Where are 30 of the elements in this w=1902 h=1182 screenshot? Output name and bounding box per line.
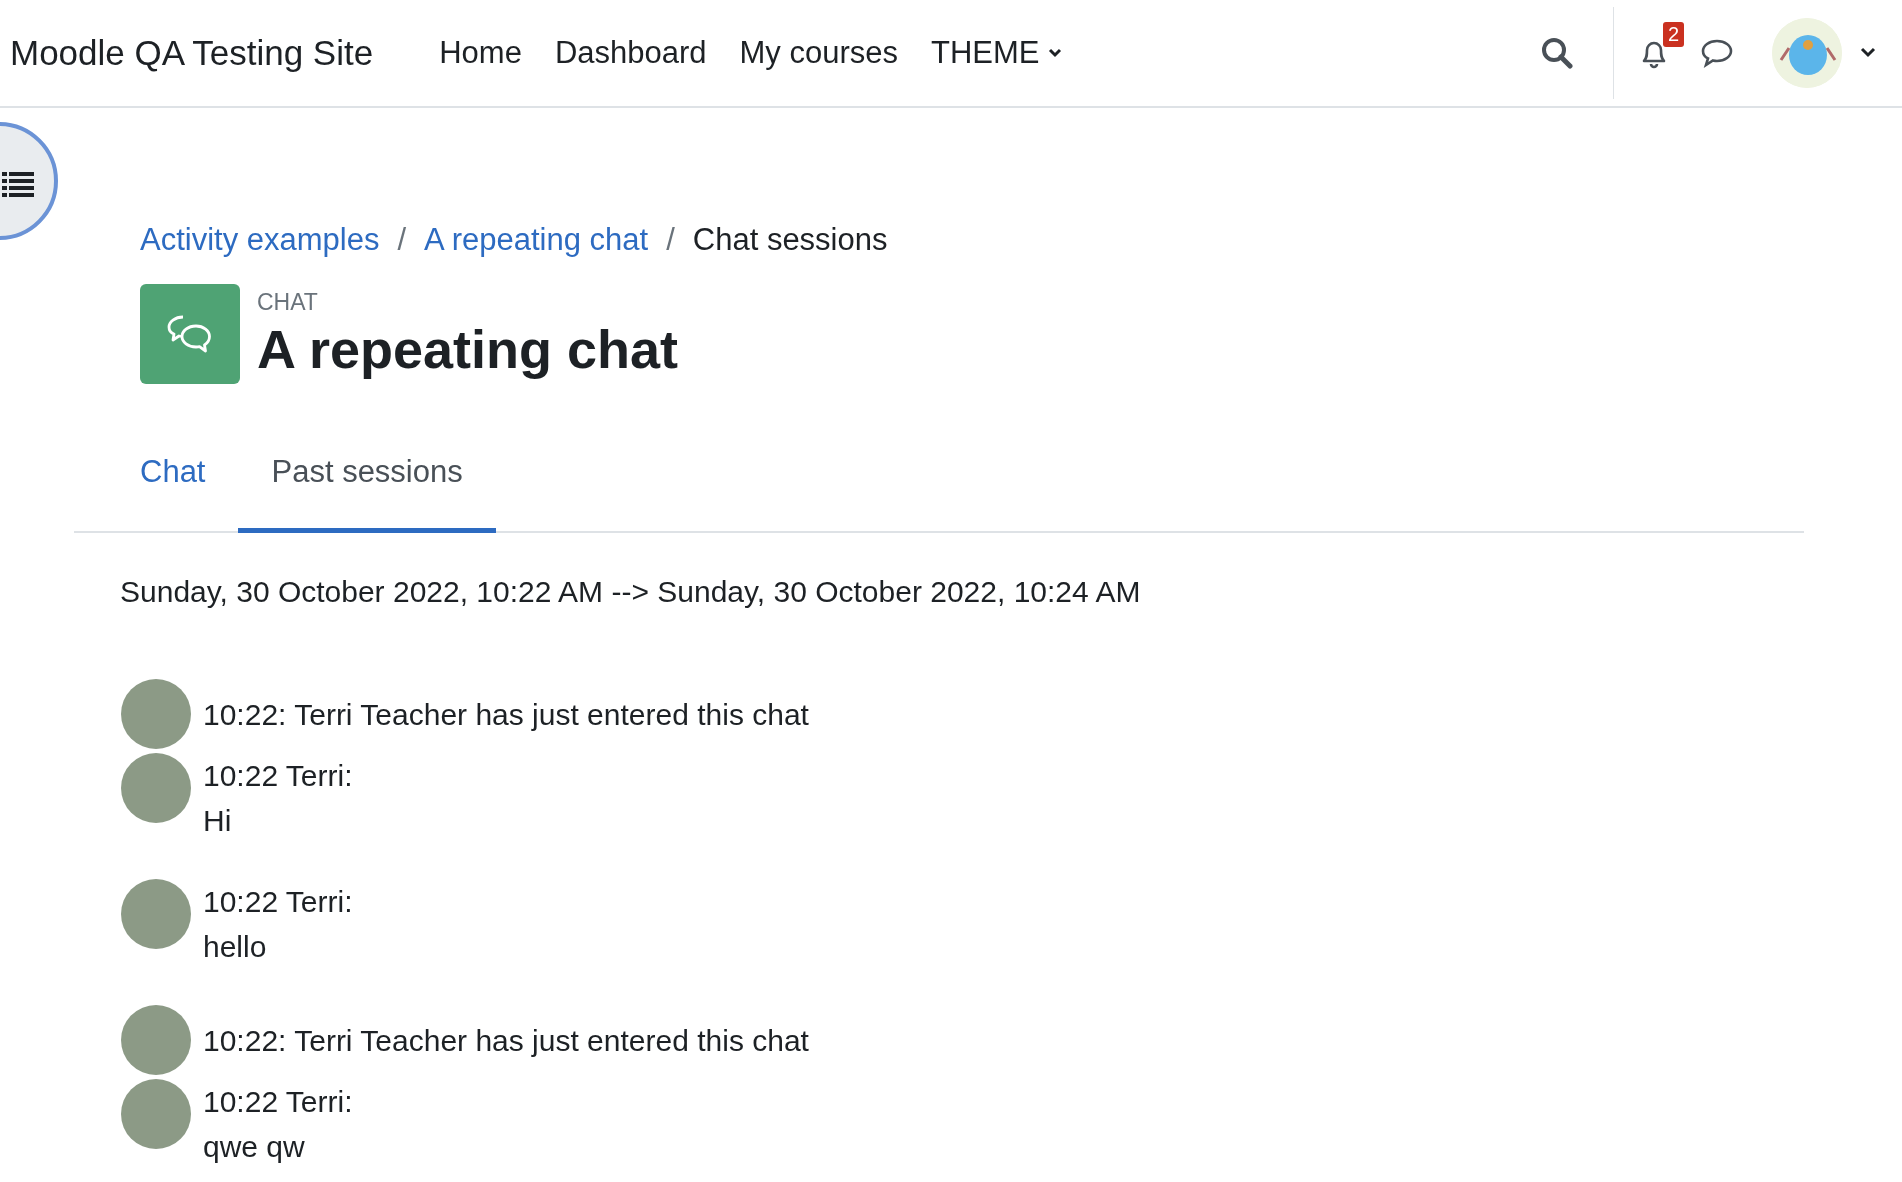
tab[interactable]: Chat (107, 432, 239, 533)
message-text: hello (203, 929, 268, 965)
session-time-range: Sunday, 30 October 2022, 10:22 AM --> Sunday, 30 October 2022, 10:24 AM (120, 575, 1142, 609)
list-icon (2, 171, 34, 197)
message-author: 10:22 Terri: (203, 758, 353, 794)
message-text: Hi (203, 803, 233, 839)
nav-dropdown[interactable]: THEME (931, 35, 1062, 71)
message-author: 10:22 Terri: (203, 1084, 353, 1120)
page-title: A repeating chat (257, 317, 679, 380)
notification-badge: 2 (1662, 22, 1684, 47)
message-text: qwe qw (203, 1129, 306, 1165)
caret-icon[interactable] (1860, 47, 1876, 59)
nav-link[interactable]: Dashboard (554, 35, 707, 71)
breadcrumb-separator: / (666, 222, 675, 258)
chat-activity-icon (140, 284, 240, 384)
search-icon[interactable] (1541, 37, 1573, 69)
breadcrumb-current: Chat sessions (692, 222, 888, 258)
breadcrumb-link[interactable]: A repeating chat (424, 222, 649, 258)
tab[interactable]: Past sessions (238, 432, 496, 533)
activity-type: CHAT (257, 288, 319, 316)
breadcrumb-link[interactable]: Activity examples (140, 222, 380, 258)
chat-event: 10:22: Terri Teacher has just entered this chat (203, 696, 809, 733)
chat-event: 10:22: Terri Teacher has just entered this chat (203, 1022, 809, 1059)
message-author: 10:22 Terri: (203, 884, 353, 920)
site-name[interactable]: Moodle QA Testing Site (10, 33, 374, 73)
breadcrumb-separator: / (397, 222, 407, 258)
speech-bubble-icon[interactable] (1700, 38, 1734, 68)
caret-icon (1047, 48, 1062, 58)
nav-link[interactable]: My courses (739, 35, 899, 71)
nav-link[interactable]: Home (439, 35, 522, 71)
